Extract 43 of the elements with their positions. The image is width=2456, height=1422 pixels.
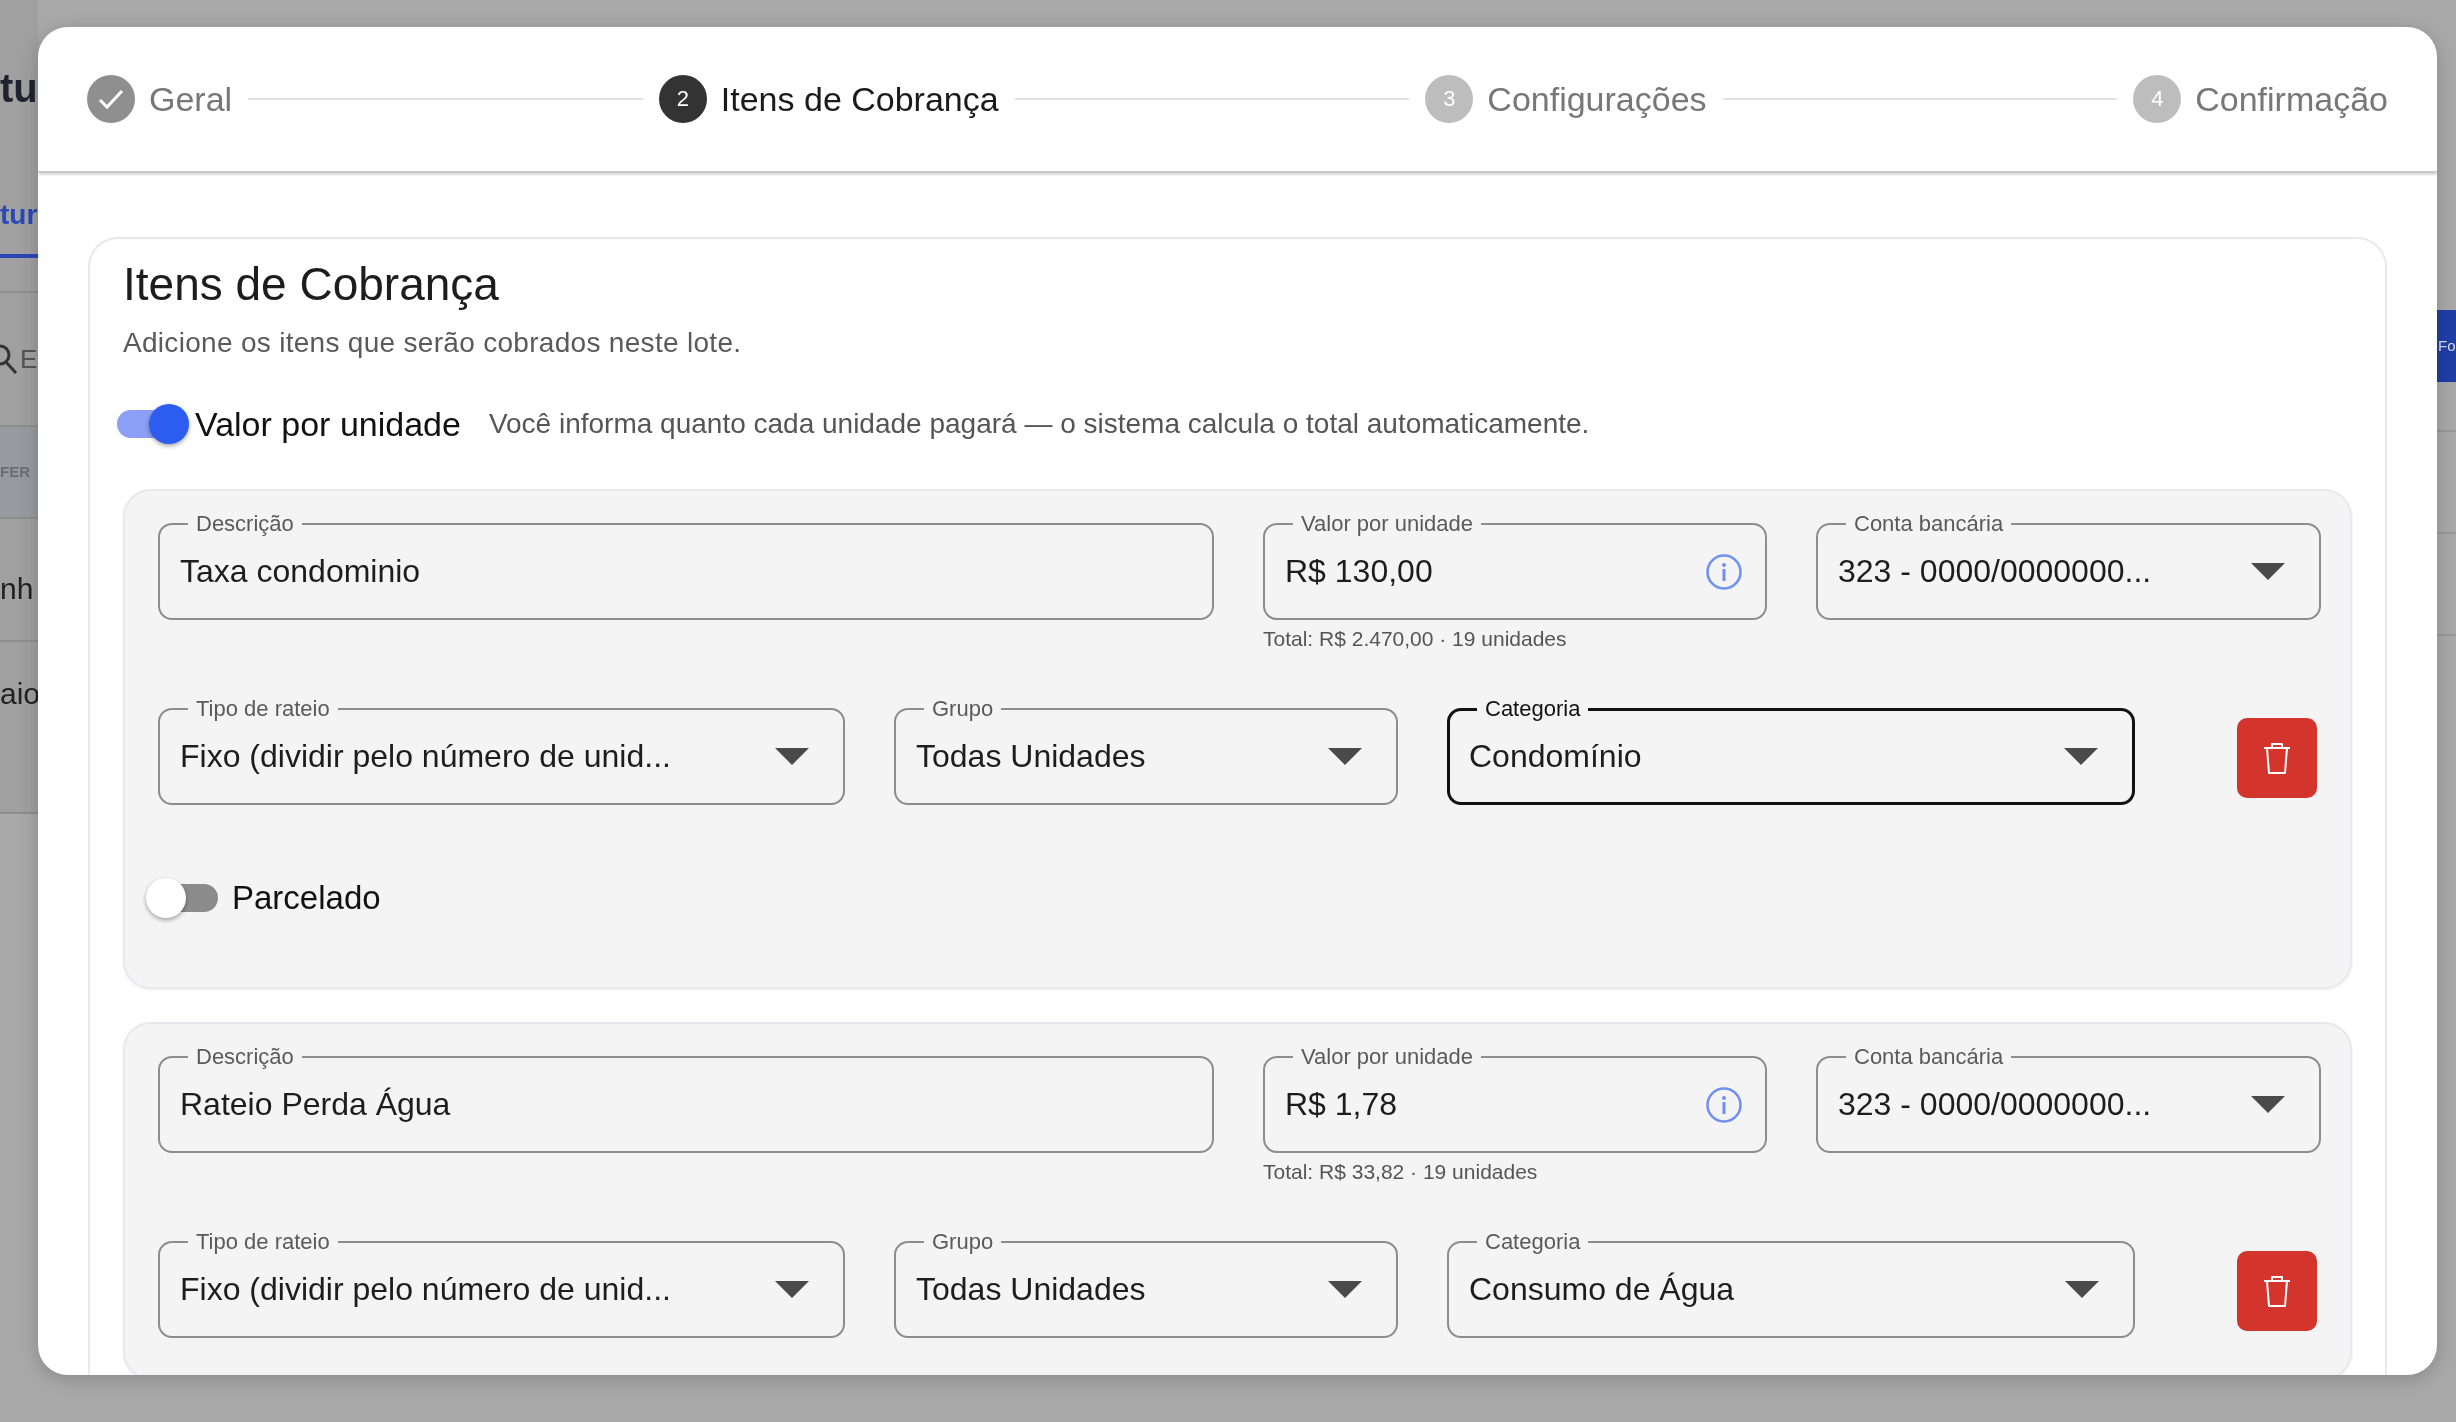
dropdown-caret-icon[interactable] xyxy=(2251,1096,2285,1113)
info-icon[interactable] xyxy=(1705,552,1743,591)
step-label: Geral xyxy=(149,79,233,119)
select-field[interactable]: Tipo de rateio Fixo (dividir pelo número de unid... xyxy=(158,1231,845,1338)
dropdown-caret-icon[interactable] xyxy=(1328,748,1362,765)
search-icon xyxy=(0,342,18,376)
text-field[interactable]: Descrição Taxa condominio xyxy=(158,513,1214,620)
dropdown-caret-icon[interactable] xyxy=(775,748,809,765)
step-indicator: 2 xyxy=(658,75,707,123)
select-field[interactable]: Grupo Todas Unidades xyxy=(894,698,1398,805)
dropdown-caret-icon[interactable] xyxy=(1328,1281,1362,1298)
select-field[interactable]: Conta bancária 323 - 0000/0000000... xyxy=(1816,1046,2321,1153)
step-indicator: 3 xyxy=(1425,75,1474,123)
select-field[interactable]: Conta bancária 323 - 0000/0000000... xyxy=(1816,513,2321,620)
trash-icon xyxy=(2262,741,2292,775)
currency-field[interactable]: Valor por unidade R$ 130,00 xyxy=(1263,513,1767,620)
select-field[interactable]: Categoria Consumo de Água xyxy=(1447,1231,2135,1338)
step-label: Confirmação xyxy=(2195,79,2388,119)
step-label: Configurações xyxy=(1487,79,1707,119)
page-title: tu xyxy=(0,65,38,112)
select-field[interactable]: Grupo Todas Unidades xyxy=(894,1231,1398,1338)
helper-text: Total: R$ 33,82 · 19 unidades xyxy=(1263,1160,1538,1184)
delete-button[interactable] xyxy=(2237,1251,2317,1331)
section-subtitle: Adicione os itens que serão cobrados neste lote. xyxy=(123,327,743,359)
toggle-label: Valor por unidade xyxy=(195,404,461,444)
select-field[interactable]: Categoria Condomínio xyxy=(1447,698,2135,805)
page-button[interactable]: Fo xyxy=(2437,310,2456,382)
step-label: Itens de Cobrança xyxy=(720,79,999,119)
trash-icon xyxy=(2262,1274,2292,1308)
toggle-label: Parcelado xyxy=(232,879,381,917)
text-field[interactable]: Descrição Rateio Perda Água xyxy=(158,1046,1214,1153)
helper-text: Total: R$ 2.470,00 · 19 unidades xyxy=(1263,627,1567,651)
select-field[interactable]: Tipo de rateio Fixo (dividir pelo número de unid... xyxy=(158,698,845,805)
step-indicator: 4 xyxy=(2133,75,2182,123)
currency-field[interactable]: Valor por unidade R$ 1,78 xyxy=(1263,1046,1767,1153)
dropdown-caret-icon[interactable] xyxy=(2251,563,2285,580)
dropdown-caret-icon[interactable] xyxy=(775,1281,809,1298)
dropdown-caret-icon[interactable] xyxy=(2064,747,2098,765)
section-title: Itens de Cobrança xyxy=(123,257,500,311)
delete-button[interactable] xyxy=(2237,718,2317,798)
toggle-hint: Você informa quanto cada unidade pagará — o sistema calcula o total automaticamente. xyxy=(488,408,1590,440)
info-icon[interactable] xyxy=(1705,1085,1743,1124)
dropdown-caret-icon[interactable] xyxy=(2065,1281,2099,1298)
